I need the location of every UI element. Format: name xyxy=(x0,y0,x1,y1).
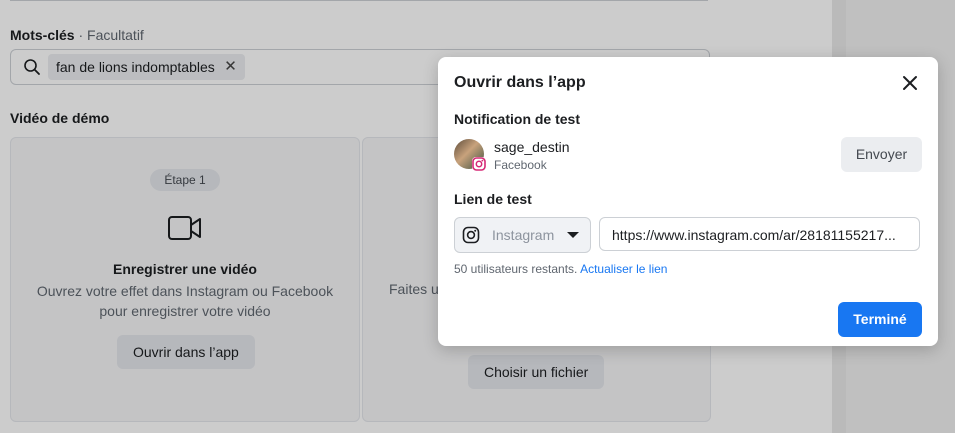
dialog-title: Ouvrir dans l’app xyxy=(454,74,586,91)
done-button[interactable]: Terminé xyxy=(838,302,922,337)
test-link-heading: Lien de test xyxy=(454,191,532,207)
test-link-field[interactable]: https://www.instagram.com/ar/28181155217… xyxy=(599,217,920,251)
chevron-down-icon xyxy=(567,232,579,238)
user-platform: Facebook xyxy=(494,158,547,172)
send-button[interactable]: Envoyer xyxy=(841,137,922,172)
test-notification-heading: Notification de test xyxy=(454,111,581,127)
remaining-count: 50 utilisateurs restants. xyxy=(454,262,578,276)
remaining-users-text: 50 utilisateurs restants. Actualiser le … xyxy=(454,262,667,276)
platform-select[interactable]: Instagram xyxy=(454,217,591,253)
instagram-icon xyxy=(472,157,486,171)
open-in-app-dialog: Ouvrir dans l’app Notification de test s… xyxy=(438,57,938,346)
close-icon[interactable] xyxy=(900,73,920,93)
refresh-link[interactable]: Actualiser le lien xyxy=(580,262,667,276)
instagram-icon xyxy=(462,226,480,244)
platform-select-value: Instagram xyxy=(492,227,555,243)
user-name: sage_destin xyxy=(494,139,570,155)
